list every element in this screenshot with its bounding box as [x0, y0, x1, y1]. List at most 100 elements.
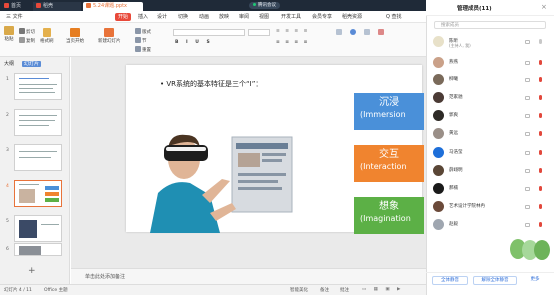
camera-icon[interactable] [525, 61, 530, 65]
microphone-icon[interactable] [539, 222, 542, 227]
menu-design[interactable]: 设计 [157, 14, 167, 20]
menu-animation[interactable]: 动画 [199, 14, 209, 20]
menu-review[interactable]: 审阅 [239, 14, 249, 20]
microphone-icon[interactable] [539, 60, 542, 65]
cut-button[interactable]: 剪切 [19, 28, 35, 35]
menu-bar: 三 文件 开始 插入 设计 切换 动画 放映 审阅 视图 开发工具 会员专享 稻… [0, 11, 426, 23]
member-name: 郝楠 [449, 186, 458, 191]
camera-icon[interactable] [525, 205, 530, 209]
member-row[interactable]: 艺术设计学院林冉 [430, 199, 550, 214]
member-row[interactable]: 黄远 [430, 126, 550, 141]
arrange-button[interactable] [364, 29, 371, 36]
microphone-icon[interactable] [539, 131, 542, 136]
member-row[interactable]: 马浩莹 [430, 145, 550, 160]
camera-icon[interactable] [525, 169, 530, 173]
notes-toggle-button[interactable]: 备注 [320, 287, 329, 293]
vr-user-picture[interactable] [150, 123, 350, 233]
camera-icon[interactable] [525, 151, 530, 155]
copy-button[interactable]: 复制 [19, 37, 35, 44]
slide-thumbnail-6[interactable] [14, 243, 62, 256]
section-icon [135, 37, 141, 43]
align-buttons[interactable]: ≣ ≣ ≣ ≣ [276, 40, 309, 45]
feature-box-immersion[interactable]: 沉浸 (Immersion [354, 93, 424, 130]
font-style-buttons[interactable]: B I U S [175, 40, 213, 45]
close-icon[interactable]: × [541, 3, 547, 11]
meeting-indicator[interactable]: 腾讯会议 [249, 2, 280, 9]
microphone-icon[interactable] [539, 186, 542, 191]
camera-icon[interactable] [525, 96, 530, 100]
notes-pane[interactable]: 单击此处添加备注 [71, 268, 426, 284]
member-row[interactable]: 柳曦 [430, 72, 550, 87]
tab-document[interactable]: 5.24课题.pptx [83, 2, 143, 11]
member-row[interactable]: 陈昕 (主持人, 我) [430, 34, 550, 49]
camera-icon[interactable] [525, 223, 530, 227]
menu-transition[interactable]: 切换 [178, 14, 188, 20]
slide-thumbnail-4[interactable] [14, 180, 62, 207]
microphone-icon[interactable] [539, 150, 542, 155]
smart-beautify-button[interactable]: 智能美化 [290, 287, 308, 293]
tab-slides[interactable]: 幻灯片 [22, 61, 42, 67]
menu-insert[interactable]: 插入 [138, 14, 148, 20]
font-name-select[interactable] [173, 29, 245, 36]
unmute-all-button[interactable]: 解除全体静音 [473, 276, 517, 285]
play-from-current-button[interactable]: 当页开始 [66, 28, 84, 44]
camera-icon[interactable] [525, 78, 530, 82]
member-row[interactable]: 郝楠 [430, 181, 550, 196]
microphone-icon[interactable] [539, 113, 542, 118]
menu-search[interactable]: Q 查找 [386, 14, 402, 20]
textbox-button[interactable] [336, 29, 343, 36]
menu-slideshow[interactable]: 放映 [219, 14, 229, 20]
comments-toggle-button[interactable]: 批注 [340, 287, 349, 293]
new-slide-button[interactable]: 新建幻灯片 [98, 28, 121, 44]
member-row[interactable]: 薛翊明 [430, 163, 550, 178]
camera-icon[interactable] [525, 114, 530, 118]
camera-icon[interactable] [525, 187, 530, 191]
slide-thumbnail-5[interactable] [14, 215, 62, 242]
layout-button[interactable]: 版式 [135, 28, 151, 35]
menu-docer-resources[interactable]: 稻壳资源 [342, 14, 362, 20]
member-row[interactable]: 赵毅 [430, 217, 550, 232]
member-row[interactable]: 郭爽 [430, 108, 550, 123]
menu-member[interactable]: 会员专享 [312, 14, 332, 20]
slide-thumbnail-2[interactable] [14, 109, 62, 136]
paste-button[interactable]: 粘贴 [4, 26, 14, 42]
camera-icon[interactable] [525, 40, 530, 44]
add-slide-button[interactable]: + [28, 266, 36, 276]
camera-icon[interactable] [525, 132, 530, 136]
menu-developer[interactable]: 开发工具 [281, 14, 301, 20]
more-button[interactable]: 更多 [522, 276, 548, 285]
microphone-icon[interactable] [539, 168, 542, 173]
member-row[interactable]: 范家驰 [430, 90, 550, 105]
view-mode-icons[interactable]: ▭ ▦ ▣ ▶ [362, 287, 404, 292]
slide-thumbnail-3[interactable] [14, 144, 62, 171]
paragraph-buttons[interactable]: ≡ ≡ ≡ ≡ [276, 29, 309, 34]
reset-button[interactable]: 重置 [135, 46, 151, 53]
quick-style-button[interactable] [378, 29, 385, 36]
menu-view[interactable]: 视图 [259, 14, 269, 20]
virtual-screen-line [238, 173, 286, 176]
format-painter-button[interactable]: 格式刷 [40, 28, 54, 44]
feature-box-imagination[interactable]: 想象 (Imagination [354, 197, 424, 234]
member-row[interactable]: 燕燕 [430, 55, 550, 70]
section-button[interactable]: 节 [135, 37, 147, 44]
vr-headset-band [166, 147, 206, 151]
tab-home[interactable]: 首页 [1, 2, 31, 11]
microphone-icon[interactable] [539, 204, 542, 209]
microphone-icon[interactable] [539, 77, 542, 82]
member-name: 范家驰 [449, 95, 463, 100]
member-search-input[interactable]: 搜索成员 [434, 21, 546, 29]
virtual-screen-line [238, 180, 278, 183]
tab-template[interactable]: 稻壳 [33, 2, 81, 11]
microphone-icon[interactable] [539, 39, 542, 44]
shapes-button[interactable] [350, 29, 357, 36]
slide-number: 4 [6, 184, 9, 189]
tab-outline[interactable]: 大纲 [4, 61, 14, 67]
menu-file[interactable]: 三 文件 [6, 14, 23, 20]
mute-all-button[interactable]: 全体静音 [432, 276, 468, 285]
slide-thumbnail-1[interactable] [14, 73, 62, 100]
microphone-icon[interactable] [539, 95, 542, 100]
feature-box-interaction[interactable]: 交互 (Interaction [354, 145, 424, 182]
menu-start[interactable]: 开始 [115, 13, 132, 21]
slide-bullet-text[interactable]: • VR系统的基本特征是三个“I”： [160, 79, 262, 89]
font-size-select[interactable] [248, 29, 270, 36]
